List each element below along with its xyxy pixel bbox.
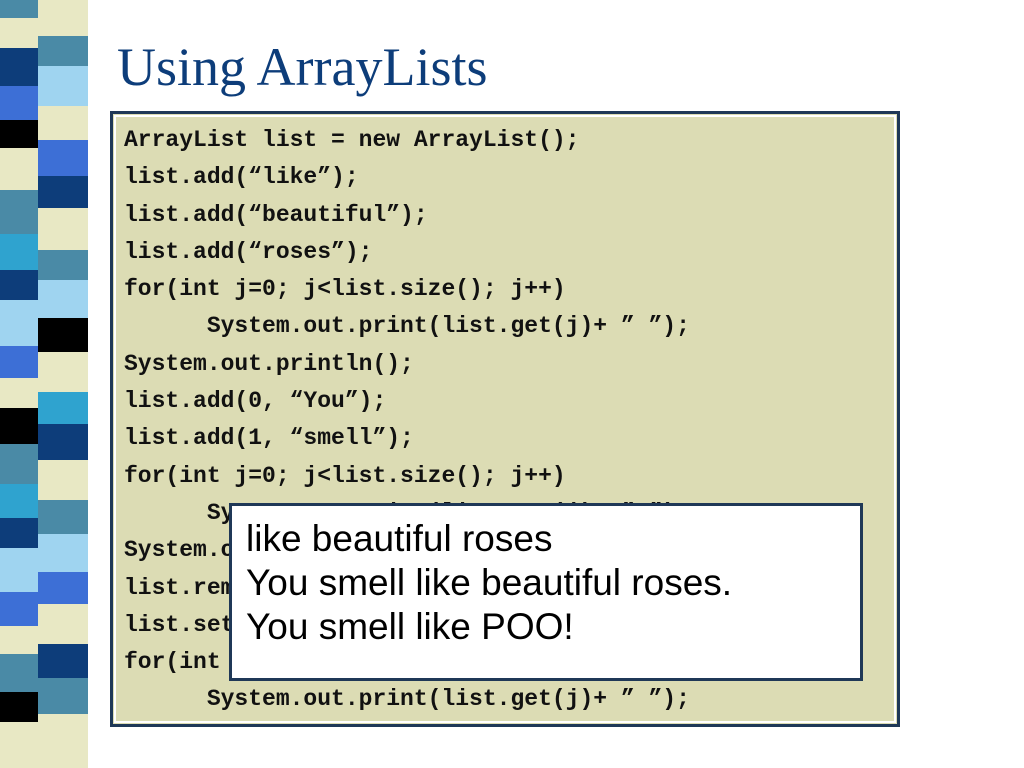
code-line: System.out.println(); xyxy=(124,350,414,377)
side-strip-block xyxy=(0,484,38,518)
code-line: System.out.print(list.get(j)+ ” ”); xyxy=(124,686,690,713)
side-strip-block xyxy=(0,548,38,592)
code-line: list.add(0, “You”); xyxy=(124,388,387,415)
code-line: list.add(“like”); xyxy=(124,164,359,191)
side-strip-block xyxy=(0,300,38,346)
side-strip-block xyxy=(38,714,88,768)
side-strip-block xyxy=(0,346,38,378)
side-strip-block xyxy=(0,48,38,86)
side-strip-block xyxy=(38,250,88,280)
side-strip-block xyxy=(0,626,38,654)
side-strip-column xyxy=(38,0,88,768)
side-strip-block xyxy=(0,270,38,300)
side-strip-block xyxy=(0,518,38,548)
side-strip-block xyxy=(38,424,88,460)
side-strip-block xyxy=(38,140,88,176)
side-strip-block xyxy=(0,190,38,234)
side-strip-block xyxy=(38,208,88,250)
side-strip-block xyxy=(0,18,38,48)
output-box: like beautiful roses You smell like beau… xyxy=(229,503,863,681)
side-strip-block xyxy=(38,392,88,424)
side-strip-block xyxy=(38,176,88,208)
side-strip-block xyxy=(0,408,38,444)
side-strip-block xyxy=(38,280,88,318)
slide-title: Using ArrayLists xyxy=(117,37,488,97)
side-strip-block xyxy=(38,106,88,140)
side-strip-block xyxy=(0,592,38,626)
code-line: for(int j=0; j<list.size(); j++) xyxy=(124,276,566,303)
side-strip-block xyxy=(0,378,38,408)
side-strip-block xyxy=(0,234,38,270)
side-strip-block xyxy=(0,120,38,148)
slide: { "slide": { "title": "Using ArrayLists"… xyxy=(0,0,1024,768)
output-line: You smell like POO! xyxy=(246,606,574,647)
side-strip-block xyxy=(38,460,88,500)
side-strip-block xyxy=(0,444,38,484)
side-strip-block xyxy=(0,654,38,692)
side-strip-block xyxy=(38,66,88,106)
side-strip-block xyxy=(0,692,38,722)
code-line: for(int j=0; j<list.size(); j++) xyxy=(124,462,566,489)
side-strip-block xyxy=(0,722,38,768)
code-line: list.add(1, “smell”); xyxy=(124,425,414,452)
side-strip-block xyxy=(38,318,88,352)
side-strip-block xyxy=(0,148,38,190)
side-strip-block xyxy=(38,0,88,36)
side-strip-column xyxy=(0,0,38,768)
side-strip-block xyxy=(0,0,38,18)
output-line: like beautiful roses xyxy=(246,518,553,559)
side-strip-block xyxy=(38,500,88,534)
side-strip-block xyxy=(38,604,88,644)
side-strip-block xyxy=(38,36,88,66)
code-line: list.add(“roses”); xyxy=(124,238,373,265)
decorative-side-strip xyxy=(0,0,90,768)
code-line: list.add(“beautiful”); xyxy=(124,201,428,228)
side-strip-block xyxy=(38,572,88,604)
output-line: You smell like beautiful roses. xyxy=(246,562,733,603)
side-strip-block xyxy=(0,86,38,120)
code-line: ArrayList list = new ArrayList(); xyxy=(124,127,580,153)
code-line: System.out.print(list.get(j)+ ” ”); xyxy=(124,313,690,340)
side-strip-block xyxy=(38,644,88,678)
side-strip-block xyxy=(38,534,88,572)
side-strip-block xyxy=(38,678,88,714)
side-strip-block xyxy=(38,352,88,392)
